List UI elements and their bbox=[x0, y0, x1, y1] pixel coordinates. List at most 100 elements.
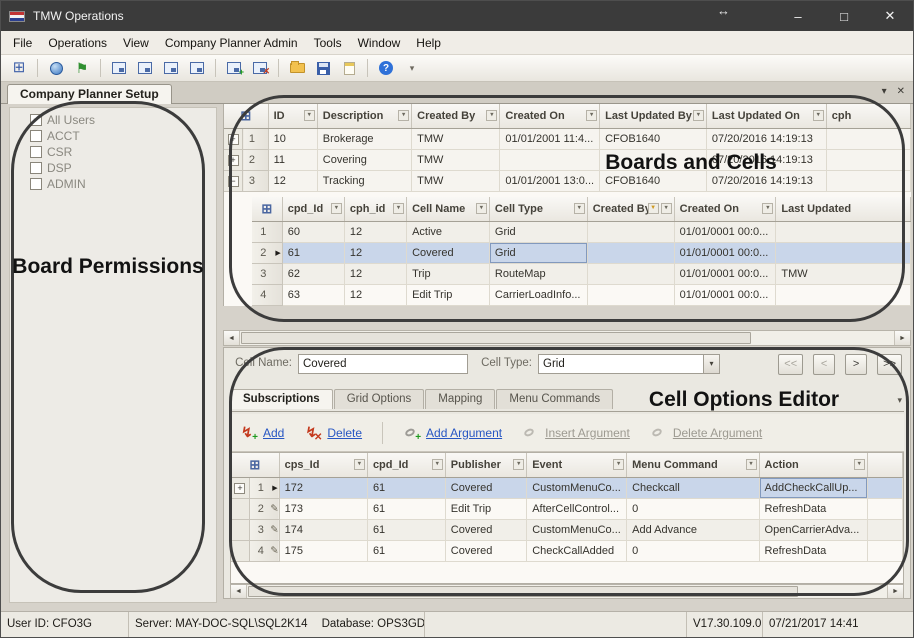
scrollbar-thumb[interactable] bbox=[248, 586, 798, 597]
checkbox-all-users[interactable] bbox=[30, 114, 42, 126]
board-window-icon-4[interactable] bbox=[187, 58, 207, 78]
tab-company-planner-setup[interactable]: Company Planner Setup bbox=[7, 84, 172, 104]
table-row[interactable]: 16012ActiveGrid01/01/0001 00:0... bbox=[252, 221, 911, 242]
grid-cell[interactable]: Covered bbox=[445, 519, 526, 540]
grid-cell[interactable]: TMW bbox=[412, 170, 500, 191]
menu-company-planner-admin[interactable]: Company Planner Admin bbox=[157, 31, 306, 55]
table-row[interactable]: +211CoveringTMW07/20/2016 14:19:13 bbox=[224, 149, 911, 170]
grid-cell[interactable] bbox=[826, 128, 910, 149]
grid-cell[interactable]: TMW bbox=[412, 128, 500, 149]
grid-cell[interactable]: 01/01/2001 13:0... bbox=[500, 170, 600, 191]
help-icon[interactable]: ? bbox=[376, 58, 396, 78]
column-header-created-on[interactable]: Created On▾ bbox=[674, 197, 776, 221]
expand-icon[interactable]: + bbox=[234, 483, 245, 494]
tab-overflow-icon[interactable]: ▾ bbox=[897, 395, 902, 406]
table-row[interactable]: 4✎17561CoveredCheckCallAdded0RefreshData bbox=[231, 540, 903, 561]
column-header-clipped[interactable] bbox=[867, 453, 902, 477]
sort-icon[interactable]: ▾ bbox=[574, 203, 585, 214]
tree-item-dsp[interactable]: DSP bbox=[10, 160, 216, 176]
open-folder-icon[interactable] bbox=[287, 58, 307, 78]
sort-icon[interactable]: ▾ bbox=[762, 203, 773, 214]
grid-cell[interactable]: 01/01/0001 00:0... bbox=[674, 242, 776, 263]
save-icon[interactable] bbox=[313, 58, 333, 78]
tab-subscriptions[interactable]: Subscriptions bbox=[230, 389, 333, 409]
grid-cell[interactable]: Covered bbox=[407, 242, 490, 263]
scroll-right-icon[interactable]: ► bbox=[887, 585, 903, 598]
column-header-publisher[interactable]: Publisher▾ bbox=[445, 453, 526, 477]
delete-button[interactable]: ↯✕ Delete bbox=[304, 425, 362, 441]
tree-item-admin[interactable]: ADMIN bbox=[10, 176, 216, 192]
grid-cell[interactable] bbox=[500, 149, 600, 170]
checkbox-csr[interactable] bbox=[30, 146, 42, 158]
grid-cell[interactable]: 12 bbox=[268, 170, 317, 191]
grid-cell[interactable] bbox=[867, 540, 902, 561]
tab-menu-commands[interactable]: Menu Commands bbox=[496, 389, 613, 409]
grid-cell[interactable]: 01/01/0001 00:0... bbox=[674, 263, 776, 284]
grid-cell[interactable]: CFOB1640 bbox=[600, 128, 707, 149]
nav-next-button[interactable]: > bbox=[845, 354, 867, 375]
grid-cell[interactable]: 175 bbox=[279, 540, 367, 561]
menu-file[interactable]: File bbox=[5, 31, 40, 55]
column-header-action[interactable]: Action▾ bbox=[759, 453, 867, 477]
grid-cell[interactable]: Brokerage bbox=[317, 128, 411, 149]
grid-cell[interactable]: 61 bbox=[367, 498, 445, 519]
grid-cell[interactable] bbox=[776, 284, 911, 305]
cell-name-input[interactable]: Covered bbox=[298, 354, 468, 374]
add-board-icon[interactable]: + bbox=[224, 58, 244, 78]
table-row[interactable]: −312TrackingTMW01/01/2001 13:0...CFOB164… bbox=[224, 170, 911, 191]
table-row[interactable]: 2▶6112CoveredGrid01/01/0001 00:0... bbox=[252, 242, 911, 263]
grid-cell[interactable]: Grid bbox=[489, 221, 587, 242]
grid-cell[interactable]: RefreshData bbox=[759, 498, 867, 519]
grid-cell[interactable]: 12 bbox=[344, 284, 406, 305]
column-header-last-updated-on[interactable]: Last Updated On▾ bbox=[706, 104, 826, 128]
column-header-description[interactable]: Description▾ bbox=[317, 104, 411, 128]
grid-cell[interactable]: Trip bbox=[407, 263, 490, 284]
grid-cell[interactable]: Active bbox=[407, 221, 490, 242]
column-header-cph[interactable]: cph bbox=[826, 104, 910, 128]
grid-cell[interactable]: 172 bbox=[279, 477, 367, 498]
sort-icon[interactable]: ▾ bbox=[513, 459, 524, 470]
scrollbar-track[interactable] bbox=[240, 331, 894, 345]
grid-corner-cell[interactable]: ⊞ bbox=[252, 197, 282, 221]
menu-window[interactable]: Window bbox=[350, 31, 409, 55]
grid-cell[interactable]: 12 bbox=[344, 263, 406, 284]
close-board-icon[interactable]: ✕ bbox=[250, 58, 270, 78]
sort-icon[interactable]: ▾ bbox=[693, 110, 704, 121]
grid-cell[interactable] bbox=[826, 149, 910, 170]
sort-icon[interactable]: ▾ bbox=[331, 203, 342, 214]
grid-cell[interactable] bbox=[587, 263, 674, 284]
grid-cell[interactable] bbox=[867, 519, 902, 540]
column-header-cell-name[interactable]: Cell Name▾ bbox=[407, 197, 490, 221]
scrollbar-thumb[interactable] bbox=[241, 332, 751, 344]
grid-cell[interactable]: 61 bbox=[282, 242, 344, 263]
column-header-id[interactable]: ID▾ bbox=[268, 104, 317, 128]
board-window-icon-2[interactable] bbox=[135, 58, 155, 78]
grid-cell[interactable] bbox=[867, 498, 902, 519]
tree-item-csr[interactable]: CSR bbox=[10, 144, 216, 160]
grid-cell[interactable]: 62 bbox=[282, 263, 344, 284]
sort-icon[interactable]: ▾ bbox=[586, 110, 597, 121]
grid-cell[interactable] bbox=[826, 170, 910, 191]
grid-cell[interactable]: AddCheckCallUp... bbox=[759, 477, 867, 498]
grid-cell[interactable] bbox=[867, 477, 902, 498]
column-header-created-by[interactable]: Created By▾ bbox=[412, 104, 500, 128]
grid-cell[interactable]: 07/20/2016 14:19:13 bbox=[706, 170, 826, 191]
grid-cell[interactable]: CheckCallAdded bbox=[527, 540, 627, 561]
grid-cell[interactable]: 61 bbox=[367, 477, 445, 498]
grid-cell[interactable] bbox=[776, 221, 911, 242]
close-document-icon[interactable]: ✕ bbox=[897, 86, 905, 98]
sort-icon[interactable]: ▾ bbox=[486, 110, 497, 121]
grid-cell[interactable]: 60 bbox=[282, 221, 344, 242]
grid-corner-cell[interactable]: ⊞ bbox=[231, 453, 279, 477]
grid-cell[interactable]: 01/01/2001 11:4... bbox=[500, 128, 600, 149]
nav-first-button[interactable]: << bbox=[778, 354, 803, 375]
grid-cell[interactable]: Checkcall bbox=[627, 477, 759, 498]
grid-corner-cell[interactable]: ⊞ bbox=[224, 104, 268, 128]
maximize-button[interactable]: □ bbox=[821, 1, 867, 31]
sort-icon[interactable]: ▾ bbox=[393, 203, 404, 214]
expand-icon[interactable]: + bbox=[228, 155, 239, 166]
column-header-event[interactable]: Event▾ bbox=[527, 453, 627, 477]
grid-cell[interactable]: 07/20/2016 14:19:13 bbox=[706, 128, 826, 149]
window-list-icon[interactable]: ▾ bbox=[882, 86, 887, 98]
grid-cell[interactable]: 63 bbox=[282, 284, 344, 305]
